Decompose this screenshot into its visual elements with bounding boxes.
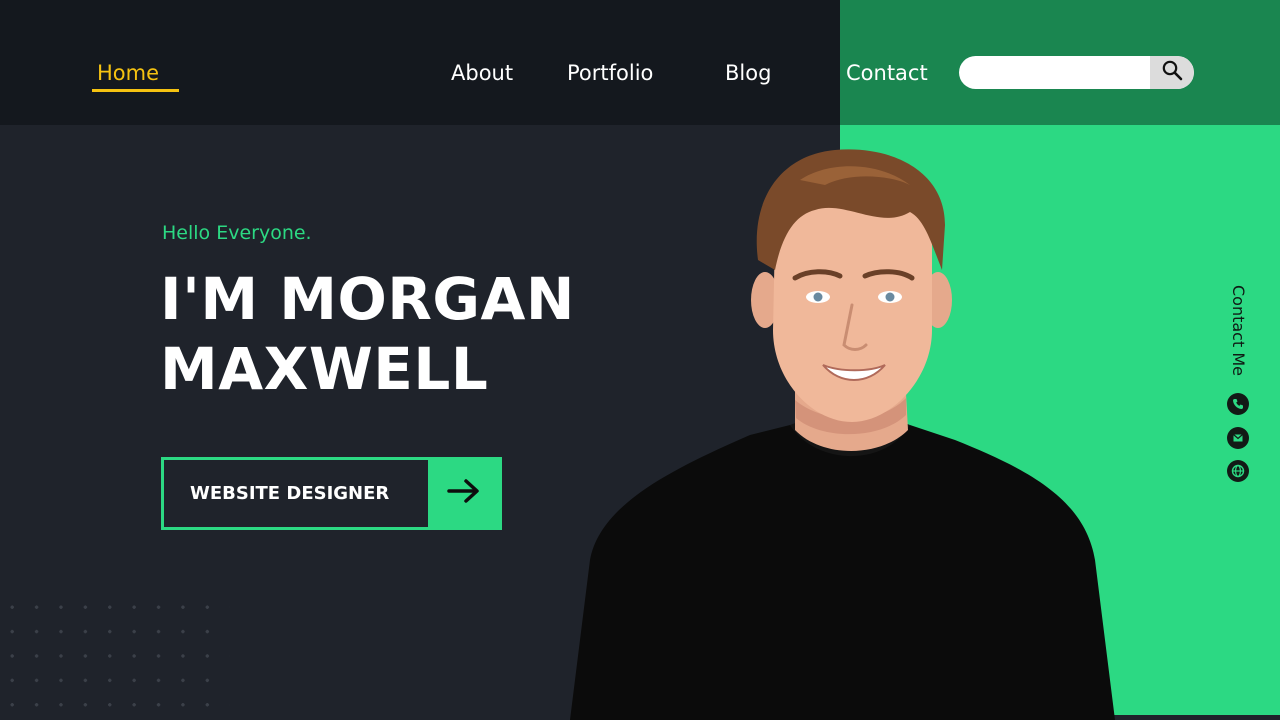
cta-label: WEBSITE DESIGNER	[190, 483, 390, 504]
nav-portfolio[interactable]: Portfolio	[567, 58, 653, 88]
nav-blog[interactable]: Blog	[725, 58, 771, 88]
contact-me-text: Contact Me	[1229, 285, 1248, 376]
hero-greeting: Hello Everyone.	[162, 222, 312, 244]
nav-home[interactable]: Home	[97, 58, 159, 88]
search-input[interactable]	[973, 56, 1148, 89]
search-bar	[959, 56, 1194, 89]
hero-name-line1: I'M MORGAN	[160, 265, 575, 333]
search-icon	[1161, 59, 1183, 86]
hero-name: I'M MORGAN MAXWELL	[160, 264, 575, 404]
phone-icon[interactable]	[1227, 393, 1249, 415]
contact-me-label: Contact Me	[1224, 285, 1252, 377]
profile-photo	[570, 149, 1115, 720]
nav-contact[interactable]: Contact	[846, 58, 928, 88]
arrow-right-icon	[446, 478, 481, 509]
mail-icon[interactable]	[1227, 427, 1249, 449]
globe-icon[interactable]	[1227, 460, 1249, 482]
cta-arrow-box	[428, 460, 499, 527]
hero-name-line2: MAXWELL	[160, 335, 489, 403]
website-designer-button[interactable]: WEBSITE DESIGNER	[161, 457, 502, 530]
dots-decoration	[0, 595, 230, 720]
nav-home-underline	[92, 89, 179, 92]
nav-about[interactable]: About	[451, 58, 513, 88]
search-button[interactable]	[1150, 56, 1194, 89]
